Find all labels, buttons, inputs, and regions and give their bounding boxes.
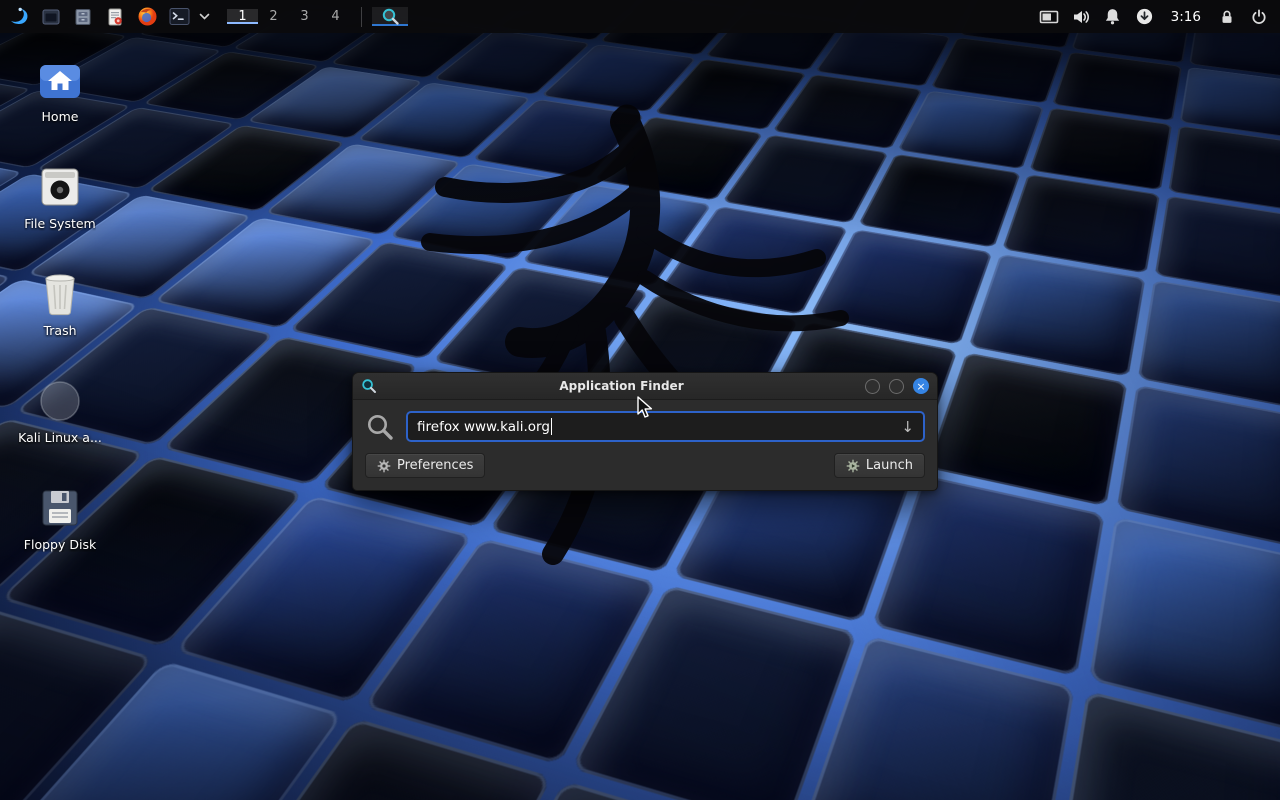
desktop-icon-label: File System <box>24 216 96 231</box>
launcher-file-manager[interactable] <box>67 0 99 33</box>
desktop-icon-label: Kali Linux a... <box>18 430 102 445</box>
home-icon <box>37 56 83 104</box>
launch-label: Launch <box>866 458 913 473</box>
launcher-window-manager[interactable] <box>35 0 67 33</box>
desktop-icon-kali-volume[interactable]: Kali Linux a... <box>10 377 110 445</box>
search-row: firefox www.kali.org ↓ <box>365 411 925 442</box>
launch-button[interactable]: Launch <box>834 453 925 478</box>
floppy-icon <box>39 484 81 532</box>
desktop-icon-floppy[interactable]: Floppy Disk <box>10 484 110 552</box>
search-magnifier-icon <box>365 412 395 442</box>
desktop-icon-file-system[interactable]: File System <box>10 163 110 231</box>
titlebar[interactable]: Application Finder × <box>353 373 937 400</box>
window-magnifier-icon <box>361 378 378 394</box>
power-logout-icon[interactable] <box>1244 0 1274 33</box>
kali-logo-icon <box>8 6 30 28</box>
firefox-icon <box>137 6 158 27</box>
workspace-switcher: 1 2 3 4 <box>227 9 351 24</box>
close-button[interactable]: × <box>913 378 929 394</box>
gear-icon <box>377 459 391 473</box>
trash-icon <box>40 270 80 318</box>
workspace-button-1[interactable]: 1 <box>227 9 258 24</box>
desktop-icon-home[interactable]: Home <box>10 56 110 124</box>
magnifier-icon <box>381 7 400 26</box>
window-icon <box>41 7 61 27</box>
panel-separator <box>361 7 362 27</box>
desktop-icon-label: Floppy Disk <box>24 537 96 552</box>
notifications-bell-icon[interactable] <box>1098 0 1128 33</box>
top-panel: 1 2 3 4 <box>0 0 1280 33</box>
workspace-button-3[interactable]: 3 <box>289 9 320 24</box>
dropdown-arrow-icon[interactable]: ↓ <box>893 418 914 436</box>
search-input[interactable]: firefox www.kali.org ↓ <box>406 411 925 442</box>
text-caret <box>551 418 552 435</box>
terminal-icon <box>169 7 190 26</box>
desktop-icon-label: Home <box>42 109 79 124</box>
lock-screen-icon[interactable] <box>1212 0 1242 33</box>
launcher-firefox[interactable] <box>131 0 163 33</box>
desktop-icon-trash[interactable]: Trash <box>10 270 110 338</box>
window-title: Application Finder <box>378 379 865 393</box>
file-system-icon <box>38 163 82 211</box>
maximize-button[interactable] <box>889 379 904 394</box>
desktop-icon-label: Trash <box>43 323 76 338</box>
panel-left-group: 1 2 3 4 <box>0 0 408 33</box>
document-icon <box>105 7 125 27</box>
workspace-button-2[interactable]: 2 <box>258 9 289 24</box>
application-finder-window: Application Finder × firefox www.kali.or… <box>352 372 938 491</box>
window-controls: × <box>865 378 929 394</box>
launch-icon <box>846 459 860 473</box>
system-tray: 3:16 <box>1034 0 1280 33</box>
window-body: firefox www.kali.org ↓ <box>353 400 937 490</box>
button-row: Preferences <box>365 453 925 478</box>
volume-icon[interactable] <box>1066 0 1096 33</box>
display-settings-icon[interactable] <box>1034 0 1064 33</box>
kali-menu-button[interactable] <box>3 0 35 33</box>
status-update-icon[interactable] <box>1130 0 1160 33</box>
taskbar-item-application-finder[interactable] <box>372 7 408 26</box>
terminal-dropdown-chevron-icon[interactable] <box>195 0 213 33</box>
workspace-button-4[interactable]: 4 <box>320 9 351 24</box>
minimize-button[interactable] <box>865 379 880 394</box>
search-input-value: firefox www.kali.org <box>417 419 550 435</box>
clock[interactable]: 3:16 <box>1162 9 1210 25</box>
kali-volume-icon <box>38 377 82 425</box>
preferences-button[interactable]: Preferences <box>365 453 485 478</box>
preferences-label: Preferences <box>397 458 473 473</box>
launcher-text-editor[interactable] <box>99 0 131 33</box>
file-cabinet-icon <box>73 7 93 27</box>
launcher-terminal[interactable] <box>163 0 195 33</box>
